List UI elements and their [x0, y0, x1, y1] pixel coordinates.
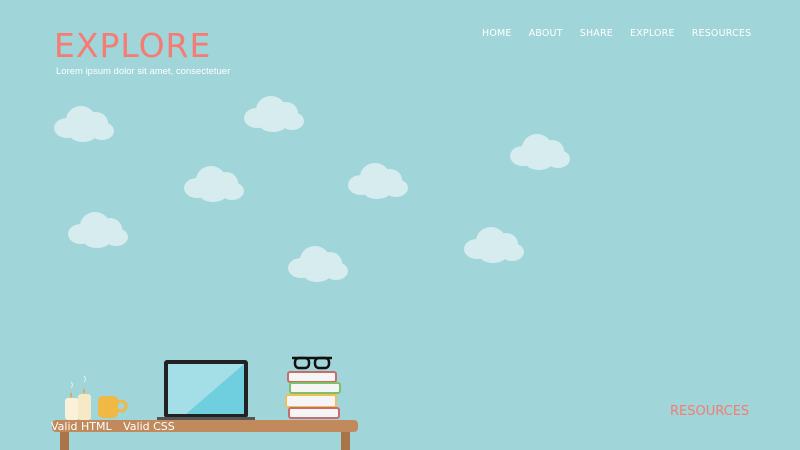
cloud-icon: [288, 246, 348, 282]
mug-icon: [98, 396, 128, 418]
cloud-icon: [54, 106, 114, 142]
footer-links: Valid HTML Valid CSS: [51, 420, 183, 433]
resources-link[interactable]: RESOURCES: [670, 404, 749, 419]
candles-icon: [65, 375, 91, 420]
site-logo[interactable]: EXPLORE: [54, 26, 211, 65]
valid-css-link[interactable]: Valid CSS: [123, 420, 175, 433]
nav-home[interactable]: HOME: [482, 28, 512, 39]
cloud-icon: [348, 163, 408, 199]
cloud-icon: [68, 212, 128, 248]
valid-html-link[interactable]: Valid HTML: [51, 420, 112, 433]
cloud-icon: [510, 134, 570, 170]
main-nav: HOME ABOUT SHARE EXPLORE RESOURCES: [482, 28, 768, 39]
cloud-icon: [244, 96, 304, 132]
cloud-icon: [184, 166, 244, 202]
nav-resources[interactable]: RESOURCES: [692, 28, 752, 39]
glasses-icon: [292, 356, 332, 370]
tagline: Lorem ipsum dolor sit amet, consectetuer: [56, 66, 231, 77]
desk-illustration: [52, 356, 358, 450]
books-icon: [285, 371, 341, 419]
nav-share[interactable]: SHARE: [580, 28, 613, 39]
laptop-icon: [157, 360, 255, 421]
cloud-icon: [464, 227, 524, 263]
nav-explore[interactable]: EXPLORE: [630, 28, 675, 39]
nav-about[interactable]: ABOUT: [529, 28, 563, 39]
